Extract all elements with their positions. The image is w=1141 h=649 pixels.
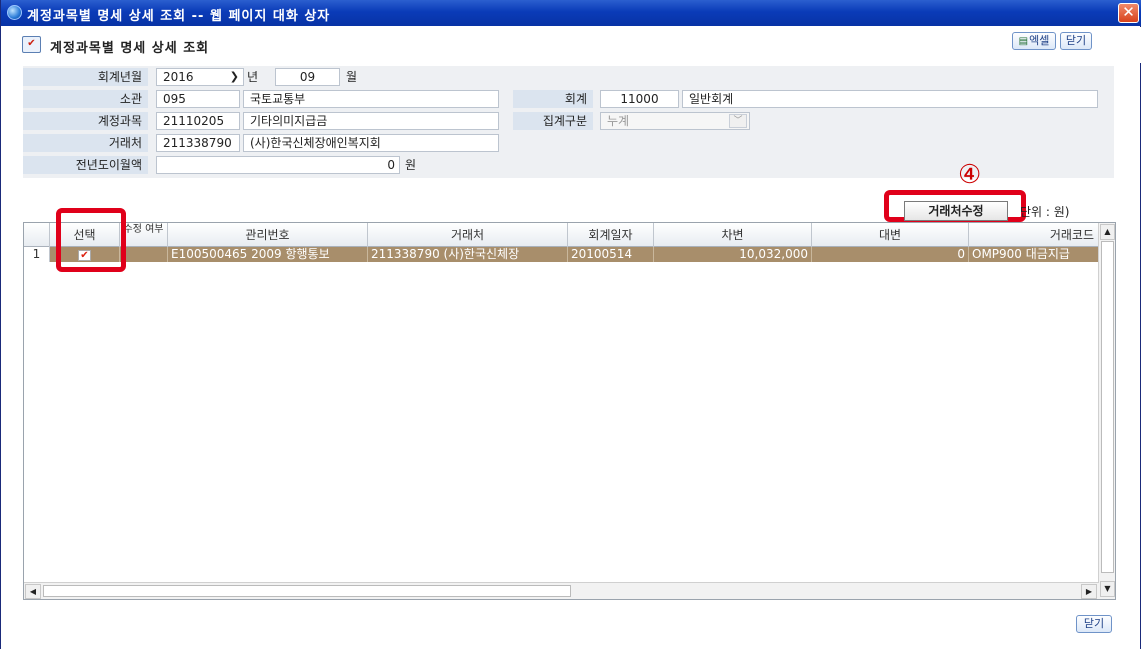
- scroll-right-icon[interactable]: ▶: [1081, 584, 1097, 599]
- step-annotation: ④: [958, 160, 982, 190]
- account-code-field[interactable]: 11000: [600, 90, 679, 108]
- debit-cell: 10,032,000: [654, 247, 812, 262]
- date-cell: 20100514: [568, 247, 654, 262]
- table-row[interactable]: 1 ✔ E100500465 2009 항행통보 211338790 (사)한국…: [24, 247, 1099, 262]
- excel-icon: ▤: [1018, 36, 1029, 47]
- prev-balance-field: 0: [156, 156, 400, 174]
- vendor-name-field: (사)한국신체장애인복지회: [243, 134, 499, 152]
- vertical-scroll-thumb[interactable]: [1101, 241, 1114, 573]
- highlight-box-select: [56, 208, 126, 272]
- year-unit: 년: [247, 70, 259, 84]
- scroll-down-icon[interactable]: ▼: [1100, 581, 1115, 597]
- office-name-field: 국토교통부: [243, 90, 499, 108]
- close-bottom-button[interactable]: 닫기: [1076, 615, 1112, 633]
- modified-cell: [120, 247, 168, 262]
- dropdown-arrow-icon: ﹀: [729, 114, 747, 128]
- row-number: 1: [24, 247, 50, 262]
- prev-balance-unit: 원: [405, 158, 417, 172]
- month-input[interactable]: 09: [275, 68, 340, 86]
- horizontal-scroll-thumb[interactable]: [43, 585, 571, 597]
- column-header-date[interactable]: 회계일자: [568, 223, 654, 247]
- dialog-window: 계정과목별 명세 상세 조회 -- 웹 페이지 대화 상자 ✕ ✔ 계정과목별 …: [0, 0, 1141, 649]
- subject-label: 계정과목: [23, 112, 148, 130]
- scroll-left-icon[interactable]: ◀: [25, 584, 41, 599]
- subject-code-field[interactable]: 21110205: [156, 112, 240, 130]
- account-name-field: 일반회계: [682, 90, 1098, 108]
- column-header-mgmt-no[interactable]: 관리번호: [168, 223, 368, 247]
- office-code-field[interactable]: 095: [156, 90, 240, 108]
- window-title: 계정과목별 명세 상세 조회 -- 웹 페이지 대화 상자: [27, 9, 331, 24]
- year-month-label: 회계년월: [23, 68, 148, 86]
- office-label: 소관: [23, 90, 148, 108]
- month-unit: 월: [346, 70, 358, 84]
- search-form: 회계년월 2016 ❯ 년 09 월 소관 095 국토교통부 회계 11000…: [23, 66, 1114, 178]
- column-header-code[interactable]: 거래코드: [969, 223, 1099, 247]
- vertical-scrollbar[interactable]: ▲ ▼: [1098, 223, 1115, 599]
- code-cell: OMP900 대금지급: [969, 247, 1099, 262]
- credit-cell: 0: [812, 247, 969, 262]
- excel-label: 엑셀: [1029, 34, 1050, 47]
- ie-icon: [7, 5, 22, 20]
- column-header-debit[interactable]: 차변: [654, 223, 812, 247]
- unit-label: 단위 : 원): [1020, 205, 1070, 219]
- chevron-down-icon: ❯: [229, 70, 239, 83]
- vendor-code-field[interactable]: 211338790: [156, 134, 240, 152]
- horizontal-scrollbar[interactable]: ◀ ▶: [24, 582, 1099, 599]
- aggregate-label: 집계구분: [513, 112, 593, 130]
- edit-vendor-button[interactable]: 거래처수정: [904, 201, 1008, 221]
- window-close-button[interactable]: ✕: [1118, 3, 1139, 23]
- scroll-up-icon[interactable]: ▲: [1100, 224, 1115, 240]
- vendor-label: 거래처: [23, 134, 148, 152]
- column-header-credit[interactable]: 대변: [812, 223, 969, 247]
- year-value: 2016: [163, 70, 194, 84]
- excel-button[interactable]: ▤엑셀: [1012, 32, 1056, 50]
- mgmt-no-cell: E100500465 2009 항행통보: [168, 247, 368, 262]
- detail-grid: 선택 수정 여부 관리번호 거래처 회계일자 차변 대변 거래코드 1 ✔ E1…: [23, 222, 1116, 600]
- prev-balance-label: 전년도이월액: [23, 156, 148, 174]
- column-header-vendor[interactable]: 거래처: [368, 223, 568, 247]
- year-select[interactable]: 2016 ❯: [156, 68, 244, 86]
- vendor-cell: 211338790 (사)한국신체장: [368, 247, 568, 262]
- rownum-header: [24, 223, 50, 247]
- subject-name-field: 기타의미지급금: [243, 112, 499, 130]
- grid-header: 선택 수정 여부 관리번호 거래처 회계일자 차변 대변 거래코드: [24, 223, 1099, 247]
- page-header: ✔ 계정과목별 명세 상세 조회: [1, 27, 1141, 63]
- aggregate-value: 누계: [607, 114, 630, 128]
- page-title: 계정과목별 명세 상세 조회: [50, 41, 210, 56]
- close-top-button[interactable]: 닫기: [1060, 32, 1092, 50]
- account-label: 회계: [513, 90, 593, 108]
- aggregate-select[interactable]: 누계 ﹀: [600, 112, 750, 130]
- checklist-icon: ✔: [22, 36, 41, 53]
- column-header-modified[interactable]: 수정 여부: [120, 223, 168, 247]
- title-bar: 계정과목별 명세 상세 조회 -- 웹 페이지 대화 상자 ✕: [1, 0, 1141, 26]
